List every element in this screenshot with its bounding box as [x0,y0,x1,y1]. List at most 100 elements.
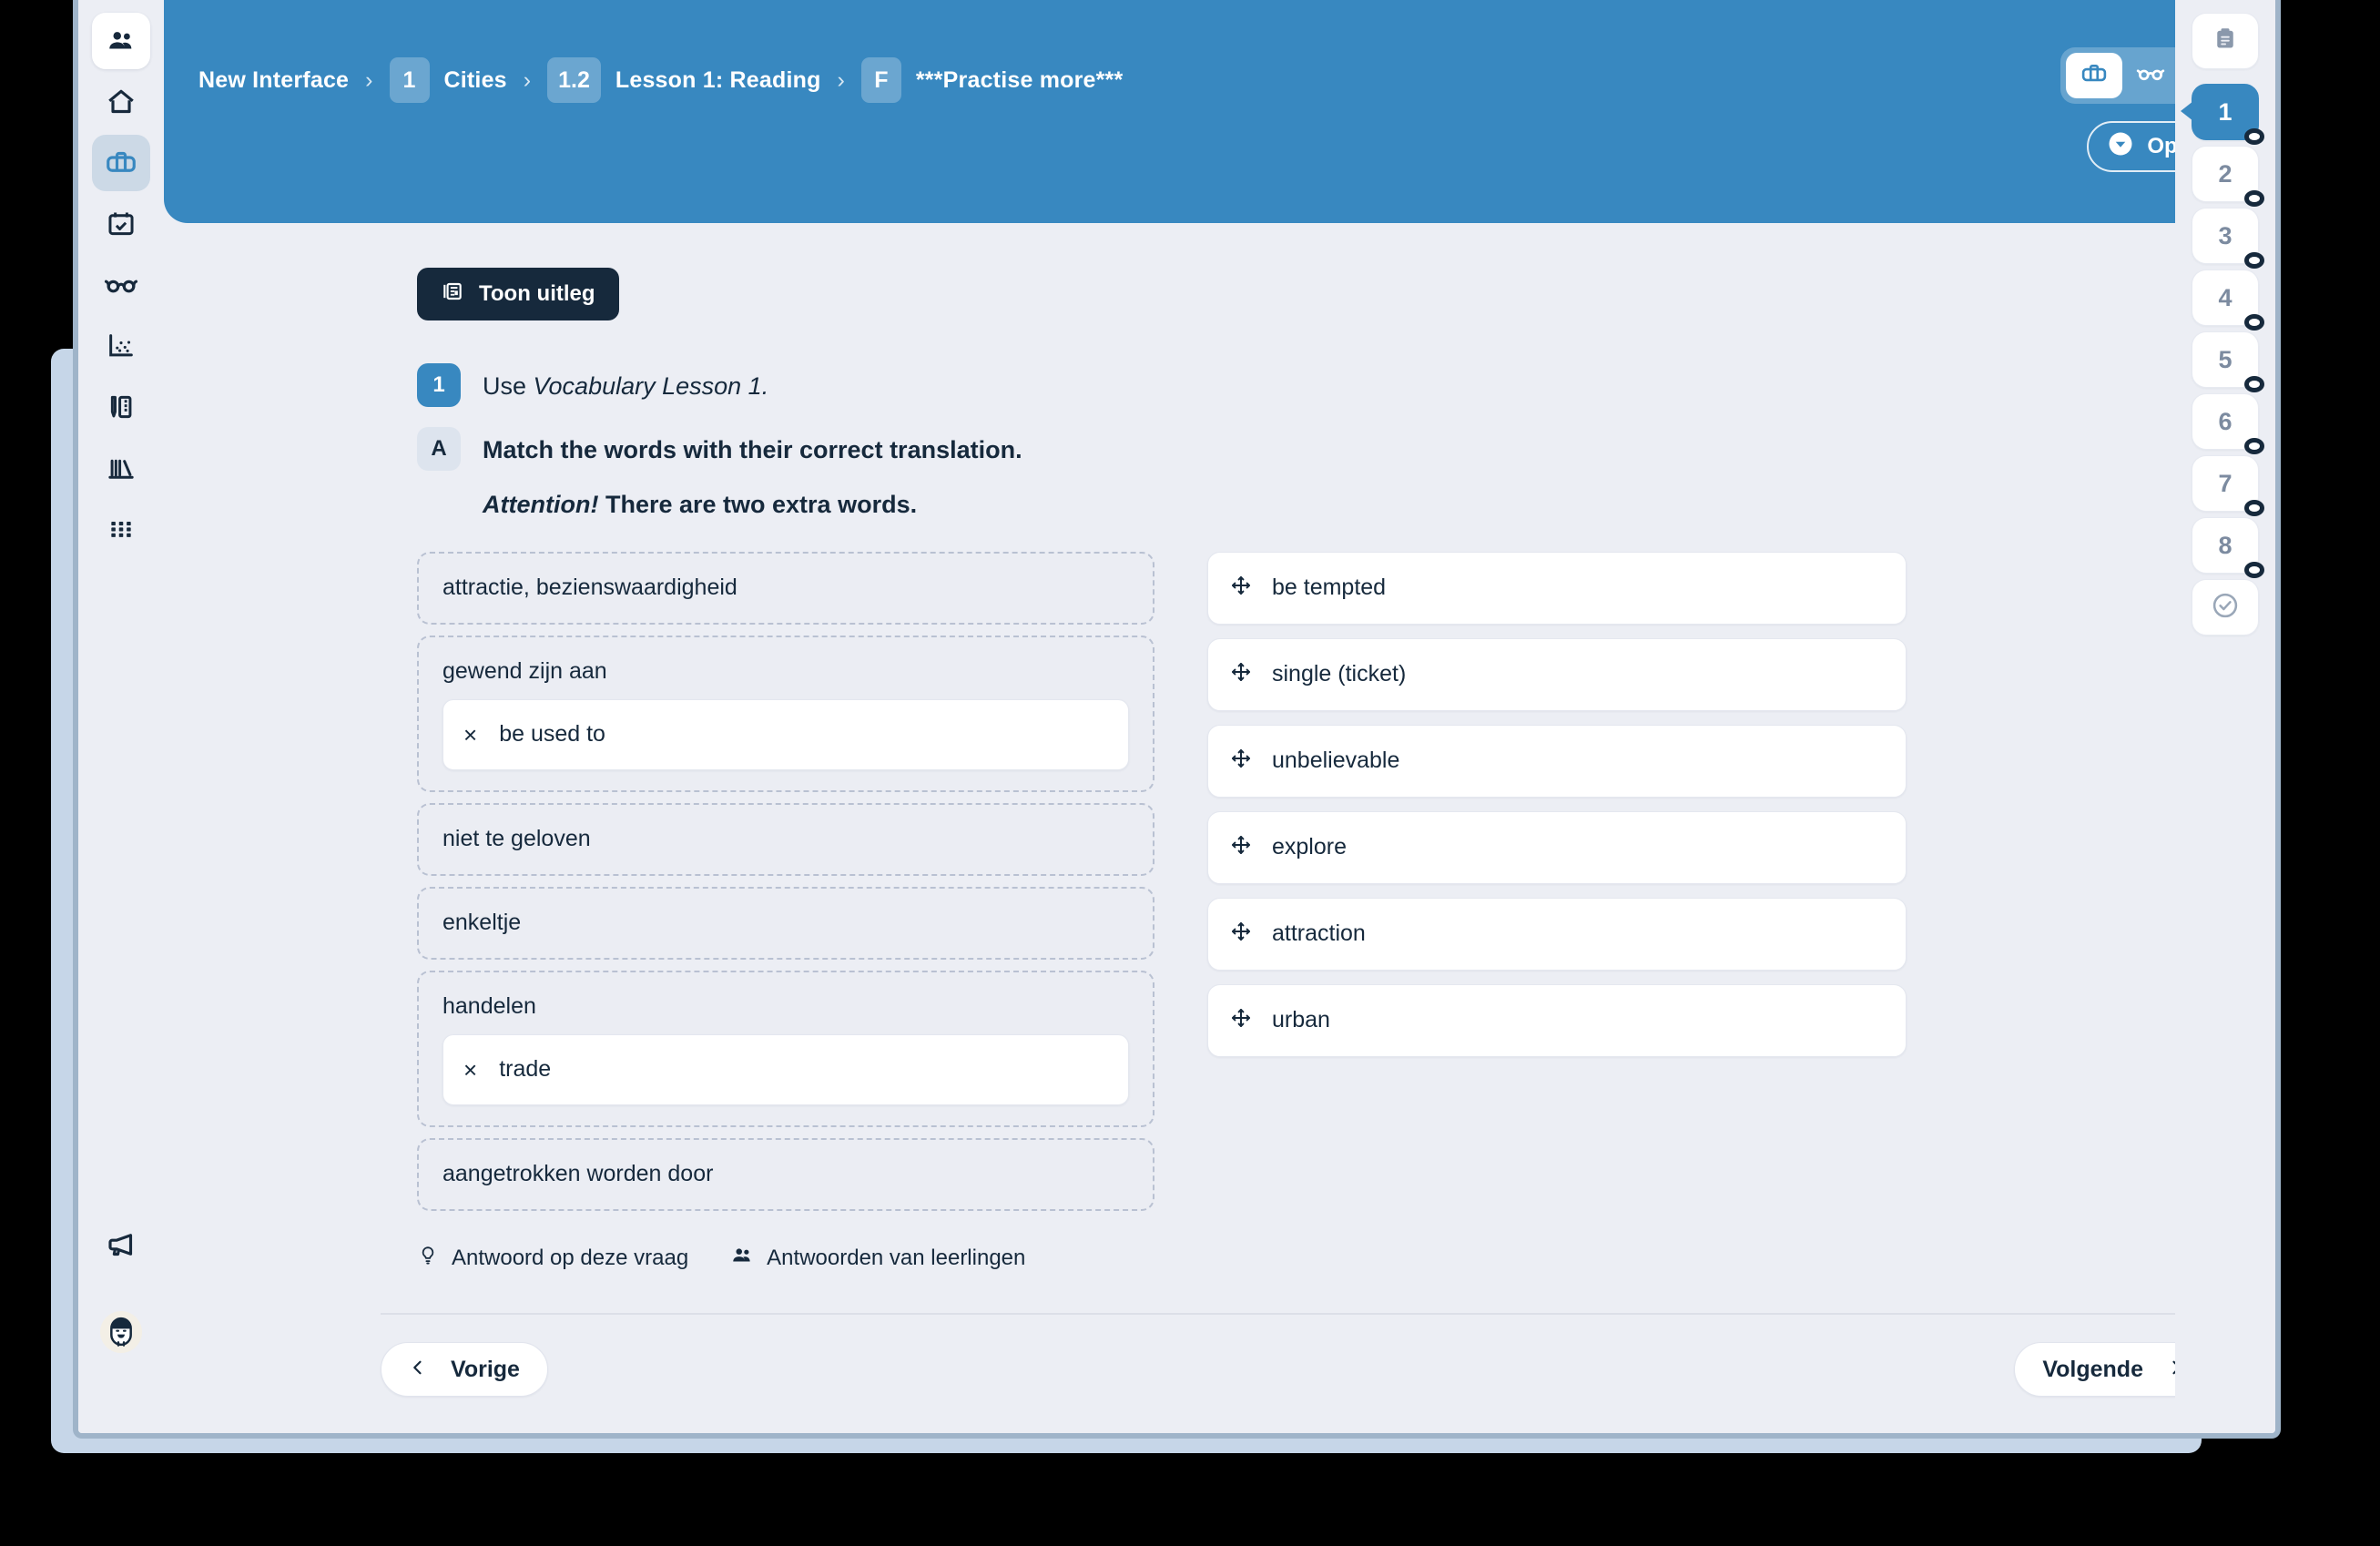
dropzone-label: aangetrokken worden door [442,1160,714,1186]
status-badge [2244,376,2264,392]
table-row[interactable]: aangetrokken worden door [417,1137,1154,1211]
sidebar-item-news[interactable] [92,1216,150,1273]
glasses-icon [2136,59,2165,93]
table-row[interactable]: gewend zijn aan × be used to [417,635,1154,792]
list-item[interactable]: be tempted [1207,551,1907,625]
article-icon [441,280,464,310]
users-icon [106,25,137,56]
rail-step-label: 5 [2218,345,2233,373]
breadcrumb-item-root[interactable]: New Interface [198,67,349,94]
rail-step-6[interactable]: 6 [2192,393,2264,454]
status-badge [2244,500,2264,516]
sidebar-item-library[interactable] [92,440,150,496]
briefcase-icon [2080,60,2108,92]
sidebar-item-planning[interactable] [92,196,150,252]
footer-navigation: Vorige Volgende [198,1315,2241,1433]
answer-question-link[interactable]: Antwoord op deze vraag [417,1244,688,1274]
word-chip-label: single (ticket) [1272,661,1407,687]
status-badge [2244,190,2264,207]
assignment-overview-button[interactable] [2192,13,2259,69]
word-chip-label: urban [1272,1007,1330,1033]
mode-button-review[interactable] [2122,53,2179,98]
sidebar-item-classes[interactable] [92,13,150,69]
calendar-check-icon [106,209,137,239]
breadcrumb-separator: › [837,66,845,93]
sidebar-item-home[interactable] [92,74,150,130]
student-answers-link[interactable]: Antwoorden van leerlingen [730,1244,1025,1274]
rail-step-3[interactable]: 3 [2192,208,2264,269]
mode-button-materials[interactable] [2066,53,2122,98]
avatar [100,1311,142,1353]
rail-step-label: 2 [2218,159,2233,188]
close-icon[interactable]: × [463,723,477,747]
question-intro-text: Use Vocabulary Lesson 1. [483,363,768,403]
pencil-ruler-icon [106,392,137,422]
word-chip-label: attraction [1272,920,1366,947]
breadcrumb-label-chapter: Cities [443,66,507,93]
student-answers-label: Antwoorden van leerlingen [767,1246,1026,1271]
question-actions: Antwoord op deze vraag Antwoorden van le… [417,1244,2241,1274]
move-icon[interactable] [1230,575,1252,601]
list-item[interactable]: attraction [1207,897,1907,971]
status-badge [2244,562,2264,578]
breadcrumb-item-chapter[interactable]: 1 Cities [389,57,507,103]
finish-button[interactable] [2192,579,2259,636]
previous-button-label: Vorige [451,1356,520,1382]
rail-step-label: 7 [2218,469,2233,497]
rail-step-5[interactable]: 5 [2192,331,2264,392]
rail-step-label: 1 [2218,97,2233,126]
sidebar-item-create[interactable] [92,379,150,435]
page-header: New Interface › 1 Cities › 1.2 Lesson 1:… [164,0,2275,223]
status-badge [2244,252,2264,269]
subquestion-letter-badge: A [417,427,461,471]
sidebar-item-results[interactable] [92,318,150,374]
grid-icon [107,514,136,544]
status-badge [2244,438,2264,454]
breadcrumb-item-section[interactable]: F ***Practise more*** [860,57,1124,103]
breadcrumb-label-section: ***Practise more*** [915,66,1124,93]
list-item[interactable]: urban [1207,983,1907,1057]
close-icon[interactable]: × [463,1058,477,1082]
dropzone-label: gewend zijn aan [442,657,607,684]
word-chip-label: be tempted [1272,575,1387,601]
placed-answer-chip[interactable]: × trade [442,1033,1129,1105]
attention-rest: There are two extra words. [598,490,918,518]
breadcrumb-chip-chapter: 1 [389,57,430,103]
briefcase-icon [105,147,137,179]
placed-answer-chip[interactable]: × be used to [442,698,1129,770]
table-row[interactable]: enkeltje [417,886,1154,960]
rail-step-4[interactable]: 4 [2192,270,2264,331]
move-icon[interactable] [1230,834,1252,860]
show-explanation-button[interactable]: Toon uitleg [417,268,619,320]
breadcrumb: New Interface › 1 Cities › 1.2 Lesson 1:… [198,0,2241,103]
sidebar-top-group [92,0,150,557]
table-row[interactable]: niet te geloven [417,802,1154,876]
list-item[interactable]: unbelievable [1207,724,1907,798]
list-item[interactable]: single (ticket) [1207,637,1907,711]
rail-step-8[interactable]: 8 [2192,517,2264,578]
glasses-icon [104,268,138,302]
sidebar-item-apps[interactable] [92,501,150,557]
move-icon[interactable] [1230,920,1252,947]
sidebar-item-review[interactable] [92,257,150,313]
rail-step-2[interactable]: 2 [2192,146,2264,207]
sidebar-item-profile[interactable] [92,1304,150,1360]
dropzone-label: niet te geloven [442,825,591,851]
books-icon [106,453,137,483]
move-icon[interactable] [1230,748,1252,774]
question-number-badge: 1 [417,363,461,407]
move-icon[interactable] [1230,661,1252,687]
sidebar-item-materials[interactable] [92,135,150,191]
table-row[interactable]: handelen × trade [417,970,1154,1127]
show-explanation-label: Toon uitleg [479,281,595,306]
word-chip-label: explore [1272,834,1347,860]
breadcrumb-item-lesson[interactable]: 1.2 Lesson 1: Reading [547,57,820,103]
table-row[interactable]: attractie, bezienswaardigheid [417,551,1154,625]
rail-step-7[interactable]: 7 [2192,455,2264,516]
list-item[interactable]: explore [1207,810,1907,884]
previous-button[interactable]: Vorige [381,1342,548,1397]
status-badge [2244,128,2264,145]
word-bank-column: be tempted single (ticket) unbelievable … [1207,551,1907,1211]
rail-step-1[interactable]: 1 [2181,84,2264,145]
move-icon[interactable] [1230,1007,1252,1033]
